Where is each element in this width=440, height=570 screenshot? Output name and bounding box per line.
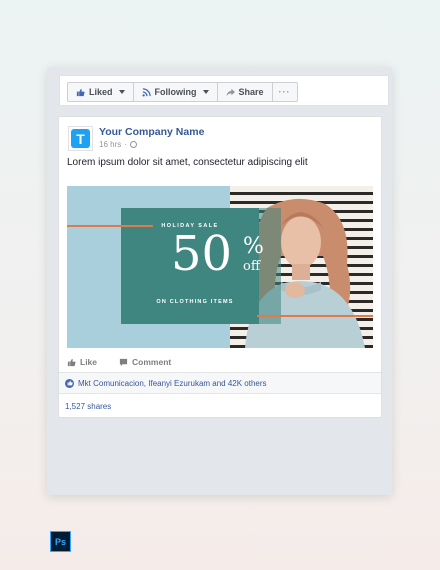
orange-accent-line — [257, 315, 373, 317]
post-meta: 16 hrs · — [99, 140, 137, 149]
thumbs-up-icon — [67, 358, 76, 366]
more-options-button[interactable]: ··· — [271, 82, 298, 102]
company-logo: T — [71, 129, 90, 148]
comment-button[interactable]: Comment — [119, 357, 171, 367]
post-text: Lorem ipsum dolor sit amet, consectetur … — [67, 157, 308, 168]
liked-label: Liked — [89, 87, 113, 97]
sale-sublabel: ON CLOTHING ITEMS — [156, 299, 234, 305]
comment-icon — [119, 358, 128, 366]
sale-panel-overlay — [259, 208, 281, 324]
thumbs-up-icon — [67, 380, 73, 386]
share-button[interactable]: Share — [216, 82, 273, 102]
like-label: Like — [80, 357, 98, 367]
comment-label: Comment — [132, 357, 172, 367]
shares-link[interactable]: 1,527 shares — [65, 402, 111, 411]
rss-icon — [141, 87, 151, 97]
ad-image[interactable]: HOLIDAY SALE 50 % off ON CLOTHING ITEMS — [67, 186, 373, 348]
post-card: T Your Company Name 16 hrs · Lorem ipsum… — [58, 116, 382, 418]
off-label: off — [243, 259, 261, 274]
share-label: Share — [238, 87, 264, 97]
post-time[interactable]: 16 hrs — [99, 140, 121, 149]
divider — [59, 393, 381, 394]
percent-sign: % — [243, 234, 264, 259]
post-actions: Like Comment — [67, 357, 171, 367]
avatar[interactable]: T — [68, 126, 93, 151]
meta-separator: · — [124, 140, 127, 149]
thumbs-up-icon — [76, 88, 85, 96]
facebook-post-mockup: Liked Following Share ··· T Your Company… — [47, 67, 392, 495]
photoshop-badge: Ps — [50, 531, 71, 552]
like-button[interactable]: Like — [67, 357, 97, 367]
discount-number: 50 — [171, 226, 233, 282]
likes-text: Mkt Comunicacion, Ifeanyi Ezurukam and 4… — [78, 378, 267, 388]
page-action-bar: Liked Following Share ··· — [59, 75, 389, 106]
liked-button[interactable]: Liked — [67, 82, 134, 102]
chevron-down-icon — [118, 90, 125, 94]
likes-summary[interactable]: Mkt Comunicacion, Ifeanyi Ezurukam and 4… — [59, 373, 381, 393]
following-button[interactable]: Following — [132, 82, 218, 102]
following-label: Following — [154, 87, 197, 97]
globe-icon — [129, 141, 137, 148]
share-arrow-icon — [225, 88, 235, 96]
action-button-group: Liked Following Share ··· — [67, 82, 298, 102]
chevron-down-icon — [202, 90, 209, 94]
like-reaction-icon — [65, 378, 74, 388]
page-name-link[interactable]: Your Company Name — [99, 126, 204, 138]
